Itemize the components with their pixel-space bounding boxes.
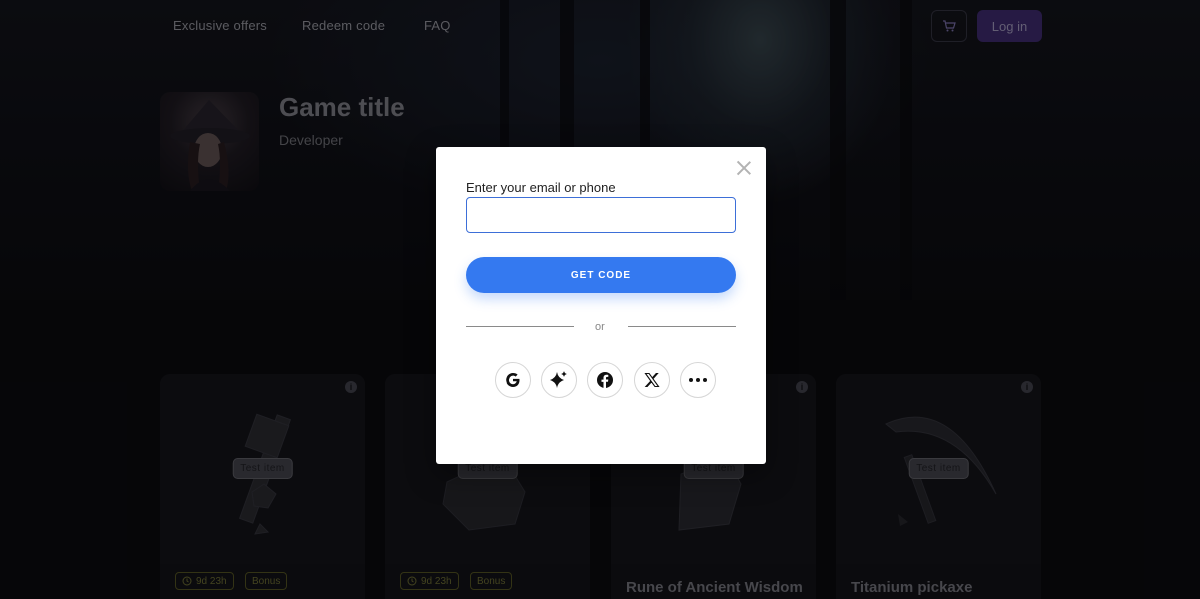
facebook-login-button[interactable]: [587, 362, 623, 398]
x-login-button[interactable]: [634, 362, 670, 398]
ai-login-button[interactable]: [541, 362, 577, 398]
or-separator: or: [595, 321, 605, 333]
email-phone-input[interactable]: [466, 197, 736, 233]
page: Exclusive offers Redeem code FAQ Log in …: [0, 0, 1200, 599]
divider-line-right: [628, 326, 736, 327]
more-options-button[interactable]: [680, 362, 716, 398]
sparkle-icon: [550, 371, 567, 388]
email-phone-label: Enter your email or phone: [466, 180, 616, 195]
google-login-button[interactable]: [495, 362, 531, 398]
get-code-button[interactable]: GET CODE: [466, 257, 736, 293]
google-icon: [506, 373, 520, 387]
divider-line-left: [466, 326, 574, 327]
x-icon: [644, 372, 660, 388]
facebook-icon: [597, 372, 613, 388]
more-icon: [689, 378, 707, 382]
close-icon[interactable]: [736, 160, 752, 176]
login-modal: Enter your email or phone GET CODE or: [436, 147, 766, 464]
